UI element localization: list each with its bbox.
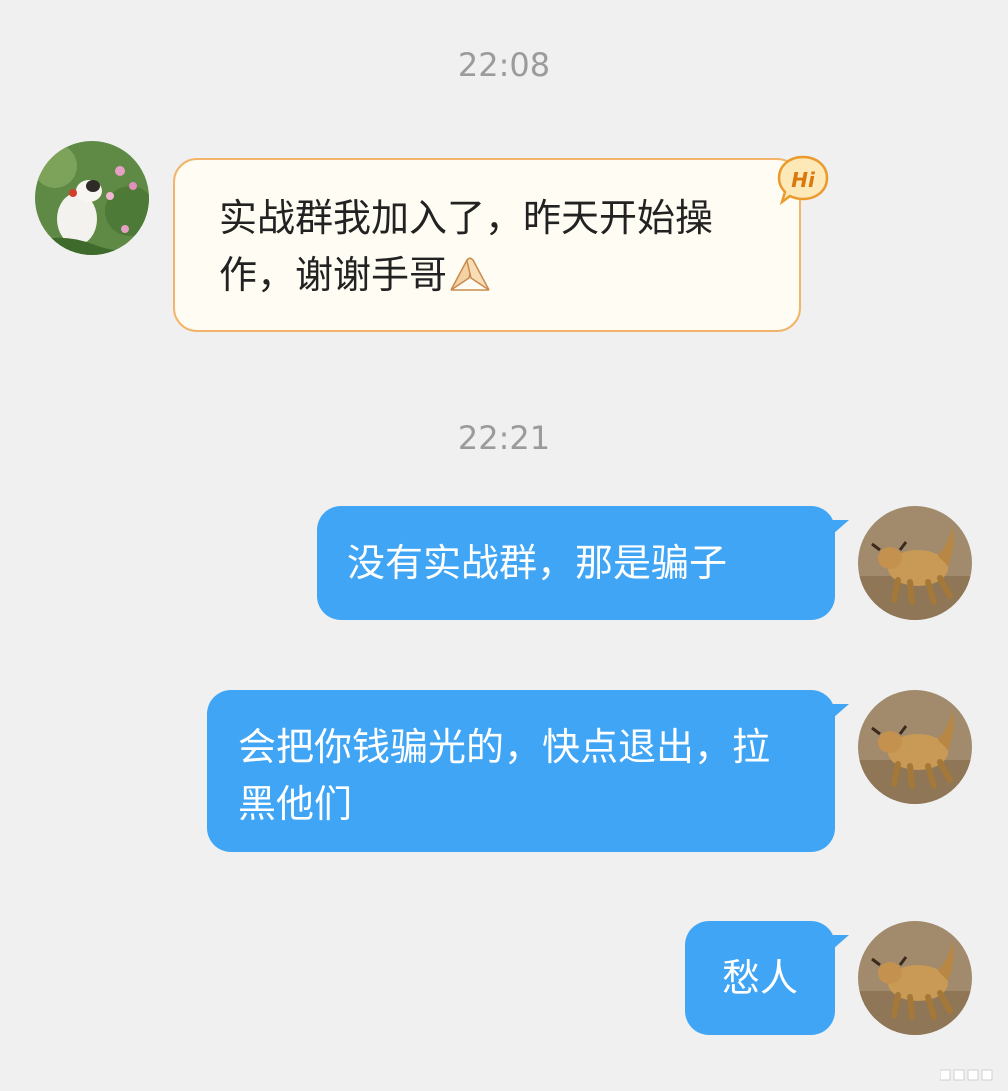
- cat-photo-icon: [35, 141, 149, 255]
- contact-avatar[interactable]: [35, 141, 149, 255]
- yak-photo-icon: [858, 921, 972, 1035]
- self-avatar[interactable]: [858, 921, 972, 1035]
- self-avatar[interactable]: [858, 690, 972, 804]
- bubble-tail: [833, 520, 849, 534]
- folded-hands-emoji-icon: [447, 253, 493, 293]
- outgoing-message-bubble[interactable]: 会把你钱骗光的，快点退出，拉黑他们: [207, 690, 835, 852]
- watermark-icon: [939, 1067, 1000, 1083]
- hi-badge-text: Hi: [791, 168, 815, 192]
- outgoing-message-text: 愁人: [721, 956, 798, 1000]
- timestamp: 22:08: [457, 46, 551, 84]
- incoming-message-bubble[interactable]: 实战群我加入了，昨天开始操作，谢谢手哥: [173, 158, 801, 332]
- bubble-tail: [833, 935, 849, 949]
- yak-photo-icon: [858, 690, 972, 804]
- outgoing-message-text: 没有实战群，那是骗子: [347, 541, 728, 585]
- self-avatar[interactable]: [858, 506, 972, 620]
- hi-badge: Hi: [776, 154, 830, 206]
- yak-photo-icon: [858, 506, 972, 620]
- timestamp: 22:21: [457, 419, 551, 457]
- bubble-tail: [833, 704, 849, 718]
- outgoing-message-bubble[interactable]: 愁人: [685, 921, 835, 1035]
- outgoing-message-text: 会把你钱骗光的，快点退出，拉黑他们: [238, 725, 771, 826]
- outgoing-message-bubble[interactable]: 没有实战群，那是骗子: [317, 506, 835, 620]
